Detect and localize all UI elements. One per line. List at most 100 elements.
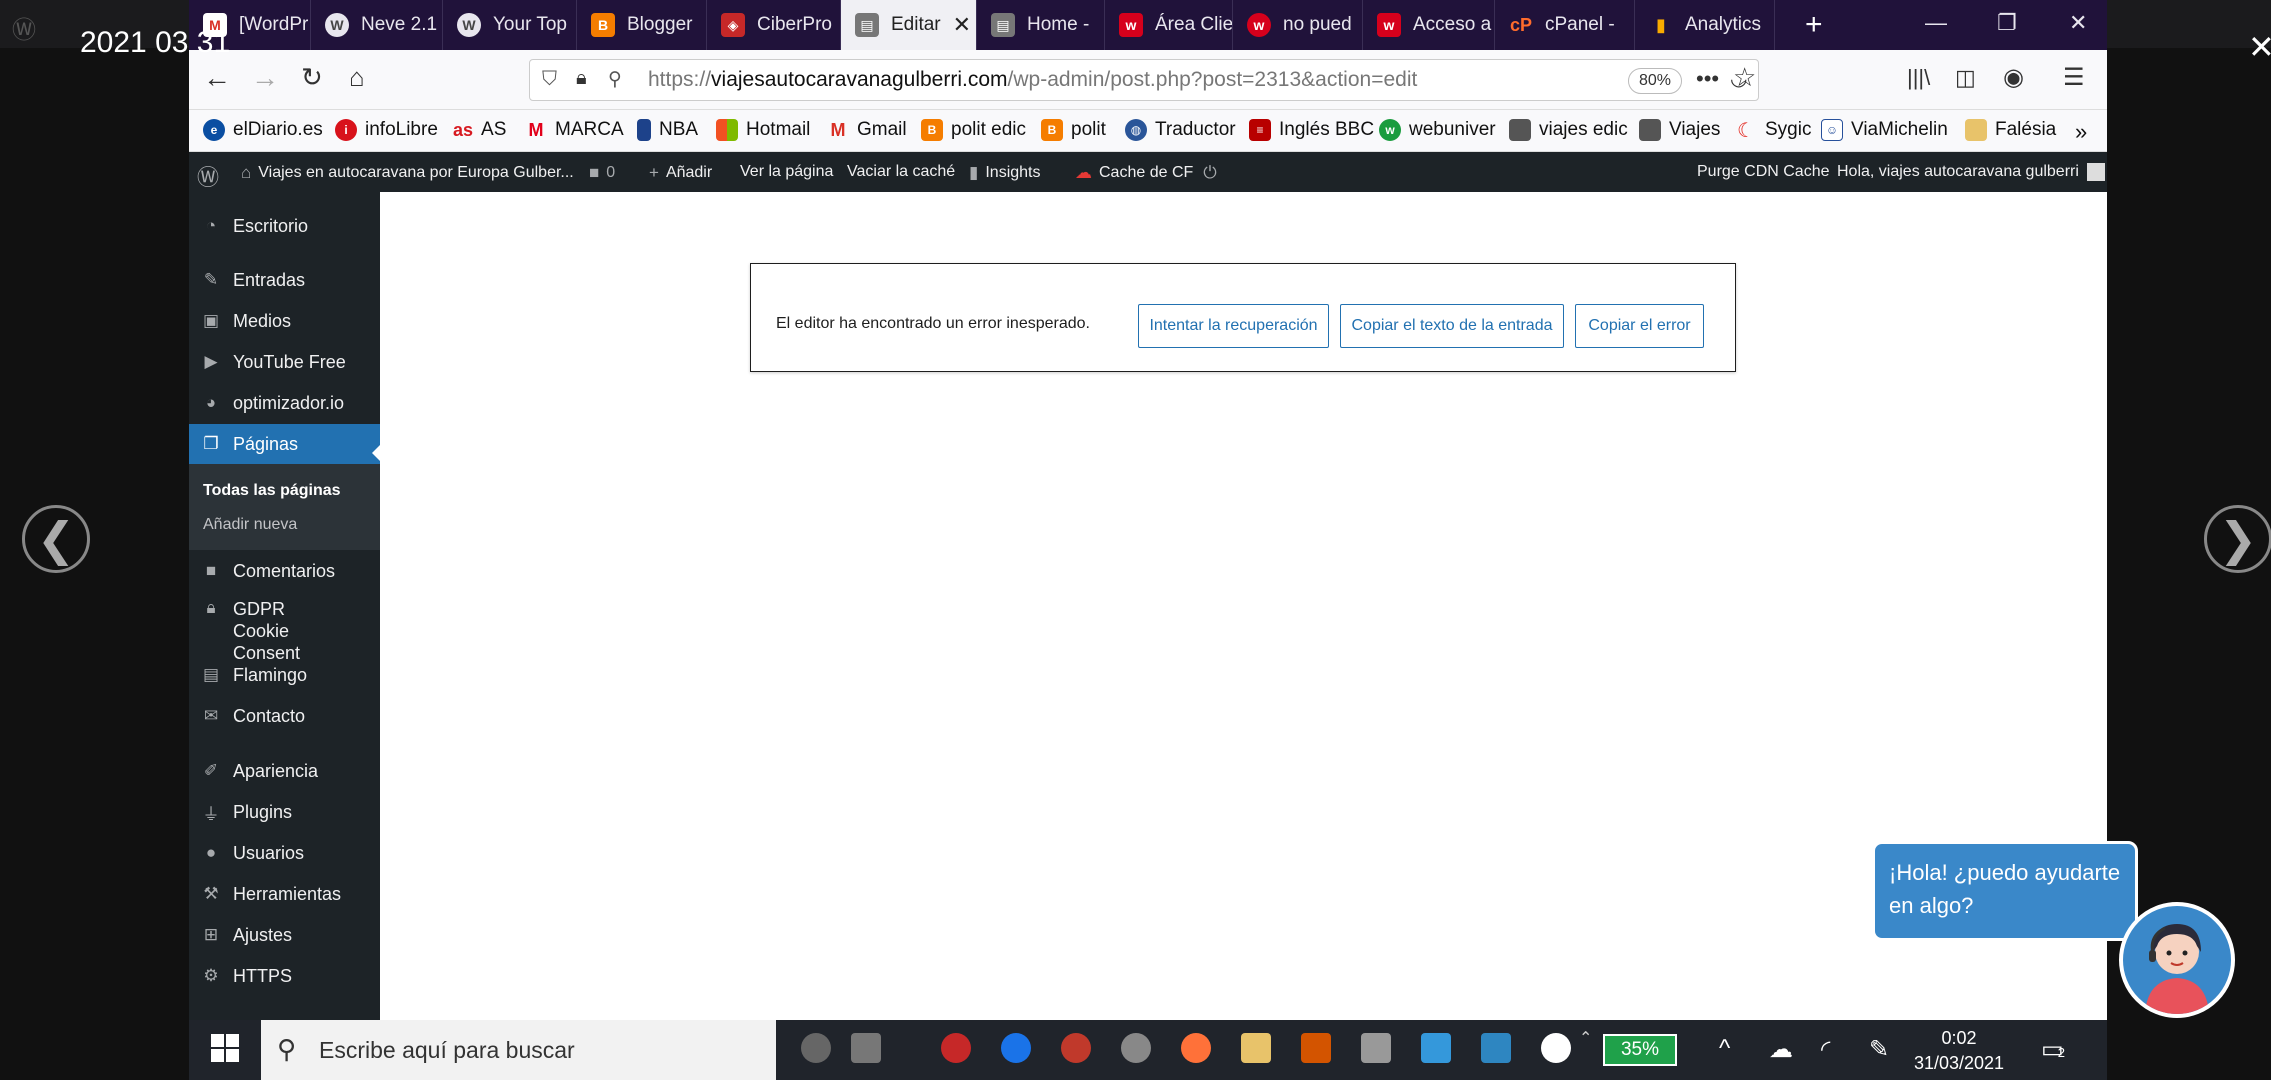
photos-icon[interactable]	[1421, 1033, 1451, 1063]
account-icon[interactable]: ◉	[2003, 63, 2024, 92]
battery-indicator[interactable]: 35%	[1603, 1034, 1677, 1066]
bookmark-item[interactable]: Bpolit edic	[921, 119, 1026, 141]
sidebar-item-contacto[interactable]: ✉ Contacto	[189, 696, 380, 736]
sidebar-item-optimizador[interactable]: ◕ optimizador.io	[189, 383, 380, 423]
attempt-recovery-button[interactable]: Intentar la recuperación	[1138, 304, 1329, 348]
bookmark-item[interactable]: Viajes	[1639, 119, 1720, 141]
bookmark-item[interactable]: M MARCA	[525, 119, 624, 141]
library-icon[interactable]: |||\	[1907, 65, 1930, 91]
admin-purge-cdn-link[interactable]: Purge CDN Cache	[1697, 163, 1830, 181]
sidebar-item-herramientas[interactable]: ⚒ Herramientas	[189, 874, 380, 914]
sidebar-item-flamingo[interactable]: ▤ Flamingo	[189, 655, 380, 695]
address-bar[interactable]: ⛉ 🔒︎ ⚲ https://viajesautocaravanagulberr…	[529, 59, 1759, 101]
close-tab-icon[interactable]: ✕	[953, 12, 971, 38]
copy-post-text-button[interactable]: Copiar el texto de la entrada	[1340, 304, 1564, 348]
minimize-icon[interactable]: —	[1925, 10, 1947, 36]
vpn-icon[interactable]	[941, 1033, 971, 1063]
admin-account-link[interactable]: Hola, viajes autocaravana gulberri	[1837, 163, 2105, 181]
previous-image-button[interactable]: ❮	[22, 505, 90, 573]
bookmark-item[interactable]: w webuniver	[1379, 119, 1496, 141]
notifications-icon[interactable]: ▭2	[2041, 1035, 2065, 1064]
tab[interactable]: B Blogger	[577, 0, 707, 50]
zoom-level-button[interactable]: 80%	[1628, 68, 1682, 94]
tab[interactable]: w Acceso a	[1363, 0, 1495, 50]
browser-icon[interactable]	[1001, 1033, 1031, 1063]
bookmarks-overflow-icon[interactable]: »	[2075, 119, 2087, 145]
cortana-icon[interactable]	[801, 1033, 831, 1063]
bookmark-item[interactable]: NBA	[637, 119, 698, 141]
paint-icon[interactable]	[1121, 1033, 1151, 1063]
tab[interactable]: ▮ Analytics	[1635, 0, 1775, 50]
bookmark-item[interactable]: ◍ Traductor	[1125, 119, 1236, 141]
bookmark-item[interactable]: ☺ ViaMichelin	[1821, 119, 1948, 141]
forward-icon[interactable]: →	[251, 62, 279, 94]
bookmark-star-icon[interactable]: ☆	[1733, 62, 1756, 93]
menu-icon[interactable]: ☰	[2063, 63, 2085, 92]
sidebar-item-paginas[interactable]: ❐ Páginas	[189, 424, 380, 464]
onedrive-icon[interactable]: ☁	[1769, 1035, 1793, 1064]
submenu-all-pages[interactable]: Todas las páginas	[203, 482, 341, 500]
bookmark-item[interactable]: ☾ Sygic	[1735, 119, 1811, 142]
sidebar-item-gdpr[interactable]: 🔒︎ GDPR Cookie Consent	[189, 592, 380, 663]
home-icon[interactable]: ⌂	[349, 62, 365, 93]
wordpress-icon[interactable]: Ⓦ	[197, 160, 219, 192]
sidebar-item-usuarios[interactable]: ● Usuarios	[189, 833, 380, 873]
restore-icon[interactable]: ❐	[1997, 10, 2017, 36]
bookmark-item[interactable]: e elDiario.es	[203, 119, 323, 141]
admin-insights-link[interactable]: ▮ Insights	[969, 163, 1041, 183]
sidebar-item-youtube[interactable]: ▶ YouTube Free	[189, 342, 380, 382]
tab[interactable]: cP cPanel -	[1495, 0, 1635, 50]
bookmark-item[interactable]: Hotmail	[716, 119, 810, 141]
copy-error-button[interactable]: Copiar el error	[1575, 304, 1704, 348]
admin-site-link[interactable]: ⌂ Viajes en autocaravana por Europa Gulbe…	[241, 163, 574, 183]
itunes-icon[interactable]	[1541, 1033, 1571, 1063]
sidebar-item-entradas[interactable]: ✎ Entradas	[189, 260, 380, 300]
lock-icon[interactable]: 🔒︎	[576, 67, 587, 90]
url-text[interactable]: https://viajesautocaravanagulberri.com/w…	[648, 68, 1417, 92]
chevron-up-icon[interactable]: ⌃	[1579, 1028, 1592, 1048]
sidebar-item-ajustes[interactable]: ⊞ Ajustes	[189, 915, 380, 955]
submenu-add-new[interactable]: Añadir nueva	[203, 516, 297, 534]
bookmark-item[interactable]: Falésia	[1965, 119, 2056, 141]
sidebar-item-escritorio[interactable]: ◔ Escritorio	[189, 206, 380, 246]
bookmark-item[interactable]: as AS	[453, 119, 506, 141]
task-view-icon[interactable]	[851, 1033, 881, 1063]
tab[interactable]: ▤ Home -	[977, 0, 1105, 50]
sidebar-item-apariencia[interactable]: ✐ Apariencia	[189, 751, 380, 791]
bookmark-item[interactable]: viajes edic	[1509, 119, 1628, 141]
tab[interactable]: ◈ CiberPro	[707, 0, 841, 50]
show-hidden-icons[interactable]: ^	[1719, 1035, 1730, 1063]
reload-icon[interactable]: ↻	[301, 62, 323, 93]
permissions-icon[interactable]: ⚲	[608, 68, 622, 91]
window-close-icon[interactable]: ✕	[2069, 10, 2087, 36]
tab-active[interactable]: ▤ Editar ✕	[841, 0, 977, 50]
admin-comments-link[interactable]: ■ 0	[589, 163, 615, 183]
admin-view-page-link[interactable]: Ver la página	[740, 163, 833, 181]
sidebar-item-comentarios[interactable]: ■ Comentarios	[189, 551, 380, 591]
admin-clear-cache-link[interactable]: Vaciar la caché	[847, 163, 955, 181]
chat-avatar-button[interactable]	[2119, 902, 2235, 1018]
firefox-icon[interactable]	[1181, 1033, 1211, 1063]
page-actions-icon[interactable]: •••	[1696, 66, 1719, 92]
new-tab-icon[interactable]: +	[1805, 8, 1823, 42]
sidebar-toggle-icon[interactable]: ◫	[1955, 65, 1976, 91]
app-icon[interactable]	[1301, 1033, 1331, 1063]
app-icon[interactable]	[1361, 1033, 1391, 1063]
file-explorer-icon[interactable]	[1241, 1033, 1271, 1063]
admin-add-new-link[interactable]: + Añadir	[649, 163, 712, 183]
tracking-shield-icon[interactable]: ⛉	[542, 68, 557, 91]
sidebar-item-plugins[interactable]: ⏚ Plugins	[189, 792, 380, 832]
windows-start-icon[interactable]	[211, 1034, 239, 1062]
bookmark-item[interactable]: M Gmail	[827, 119, 907, 141]
tab[interactable]: w no pued	[1233, 0, 1363, 50]
chat-bubble[interactable]: ¡Hola! ¿puedo ayudarte en algo?	[1872, 841, 2138, 941]
tab[interactable]: W Neve 2.1	[311, 0, 443, 50]
opera-icon[interactable]	[1061, 1033, 1091, 1063]
tab[interactable]: W Your Top	[443, 0, 577, 50]
pen-icon[interactable]: ✎	[1869, 1035, 1889, 1064]
bookmark-item[interactable]: i infoLibre	[335, 119, 438, 141]
taskbar-clock[interactable]: 0:02 31/03/2021	[1899, 1026, 2019, 1076]
tab[interactable]: w Área Clie	[1105, 0, 1233, 50]
viewer-close-icon[interactable]: ✕	[2248, 28, 2271, 66]
sidebar-item-medios[interactable]: ▣ Medios	[189, 301, 380, 341]
